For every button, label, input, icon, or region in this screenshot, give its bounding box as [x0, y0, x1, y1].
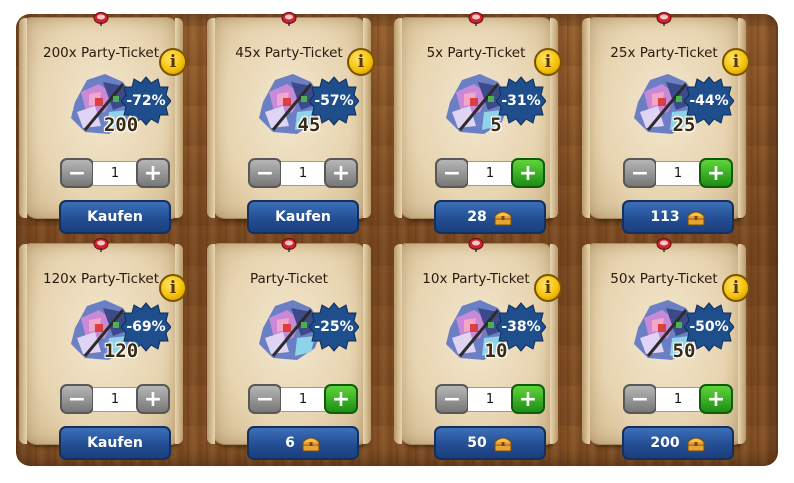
- offer-card: 200x Party-Ticket i -72% 200 − 1 + Kaufe…: [17, 10, 187, 234]
- increase-button[interactable]: +: [511, 384, 545, 414]
- quantity-input[interactable]: 1: [468, 387, 512, 412]
- bundle-quantity: 5: [490, 114, 502, 136]
- info-icon[interactable]: i: [159, 274, 187, 302]
- buy-button[interactable]: 113: [622, 200, 734, 234]
- quantity-input[interactable]: 1: [93, 387, 137, 412]
- quantity-input[interactable]: 1: [656, 161, 700, 186]
- buy-button[interactable]: 28: [434, 200, 546, 234]
- quantity-stepper: − 1 +: [435, 384, 547, 418]
- increase-button[interactable]: +: [324, 158, 358, 188]
- quantity-input[interactable]: 1: [281, 161, 325, 186]
- offer-card: 45x Party-Ticket i -57% 45 − 1 + Kaufen: [205, 10, 375, 234]
- increase-button[interactable]: +: [324, 384, 358, 414]
- decrease-button[interactable]: −: [60, 158, 94, 188]
- treasure-chest-icon: [687, 437, 705, 452]
- pushpin-icon: [281, 238, 297, 252]
- discount-label: -25%: [314, 319, 354, 335]
- quantity-input[interactable]: 1: [468, 161, 512, 186]
- decrease-button[interactable]: −: [248, 384, 282, 414]
- quantity-stepper: − 1 +: [60, 158, 172, 192]
- increase-button[interactable]: +: [511, 158, 545, 188]
- offer-card: 10x Party-Ticket i -38% 10 − 1 + 50: [392, 236, 562, 460]
- buy-button-label: Kaufen: [275, 209, 331, 225]
- bundle-quantity: 120: [103, 340, 139, 362]
- offer-card: 120x Party-Ticket i -69% 120 − 1 + Kaufe…: [17, 236, 187, 460]
- offer-card: 5x Party-Ticket i -31% 5 − 1 + 28: [392, 10, 562, 234]
- buy-button-label: 113: [650, 209, 680, 225]
- decrease-button[interactable]: −: [435, 158, 469, 188]
- info-icon[interactable]: i: [534, 274, 562, 302]
- decrease-button[interactable]: −: [248, 158, 282, 188]
- pushpin-icon: [656, 12, 672, 26]
- decrease-button[interactable]: −: [623, 384, 657, 414]
- bundle-quantity: 50: [672, 340, 696, 362]
- increase-button[interactable]: +: [699, 384, 733, 414]
- pushpin-icon: [281, 12, 297, 26]
- quantity-stepper: − 1 +: [623, 384, 735, 418]
- pushpin-icon: [93, 238, 109, 252]
- buy-button-label: 200: [650, 435, 680, 451]
- increase-button[interactable]: +: [699, 158, 733, 188]
- buy-button-label: 28: [467, 209, 487, 225]
- treasure-chest-icon: [494, 437, 512, 452]
- buy-button-label: Kaufen: [87, 209, 143, 225]
- treasure-chest-icon: [494, 211, 512, 226]
- decrease-button[interactable]: −: [435, 384, 469, 414]
- info-icon[interactable]: i: [722, 48, 750, 76]
- buy-button-label: 50: [467, 435, 487, 451]
- buy-button[interactable]: 50: [434, 426, 546, 460]
- decrease-button[interactable]: −: [60, 384, 94, 414]
- pushpin-icon: [468, 238, 484, 252]
- quantity-stepper: − 1 +: [248, 158, 360, 192]
- quantity-input[interactable]: 1: [656, 387, 700, 412]
- quantity-stepper: − 1 +: [435, 158, 547, 192]
- info-icon[interactable]: i: [347, 48, 375, 76]
- offer-card: Party-Ticket i -25% − 1 + 6: [205, 236, 373, 460]
- info-icon[interactable]: i: [534, 48, 562, 76]
- offer-card: 25x Party-Ticket i -44% 25 − 1 + 113: [580, 10, 750, 234]
- buy-button[interactable]: Kaufen: [247, 200, 359, 234]
- info-icon[interactable]: i: [722, 274, 750, 302]
- quantity-input[interactable]: 1: [281, 387, 325, 412]
- treasure-chest-icon: [302, 437, 320, 452]
- buy-button[interactable]: 200: [622, 426, 734, 460]
- offer-card: 50x Party-Ticket i -50% 50 − 1 + 200: [580, 236, 750, 460]
- offer-title: Party-Ticket: [250, 271, 328, 287]
- quantity-input[interactable]: 1: [93, 161, 137, 186]
- buy-button[interactable]: 6: [247, 426, 359, 460]
- info-icon[interactable]: i: [159, 48, 187, 76]
- bundle-quantity: 10: [484, 340, 508, 362]
- bundle-quantity: 45: [297, 114, 321, 136]
- increase-button[interactable]: +: [136, 384, 170, 414]
- pushpin-icon: [656, 238, 672, 252]
- pushpin-icon: [93, 12, 109, 26]
- buy-button-label: Kaufen: [87, 435, 143, 451]
- quantity-stepper: − 1 +: [623, 158, 735, 192]
- quantity-stepper: − 1 +: [248, 384, 360, 418]
- buy-button[interactable]: Kaufen: [59, 200, 171, 234]
- buy-button-label: 6: [285, 435, 295, 451]
- treasure-chest-icon: [687, 211, 705, 226]
- pushpin-icon: [468, 12, 484, 26]
- quantity-stepper: − 1 +: [60, 384, 172, 418]
- bundle-quantity: 25: [672, 114, 696, 136]
- buy-button[interactable]: Kaufen: [59, 426, 171, 460]
- decrease-button[interactable]: −: [623, 158, 657, 188]
- increase-button[interactable]: +: [136, 158, 170, 188]
- bundle-quantity: 200: [103, 114, 139, 136]
